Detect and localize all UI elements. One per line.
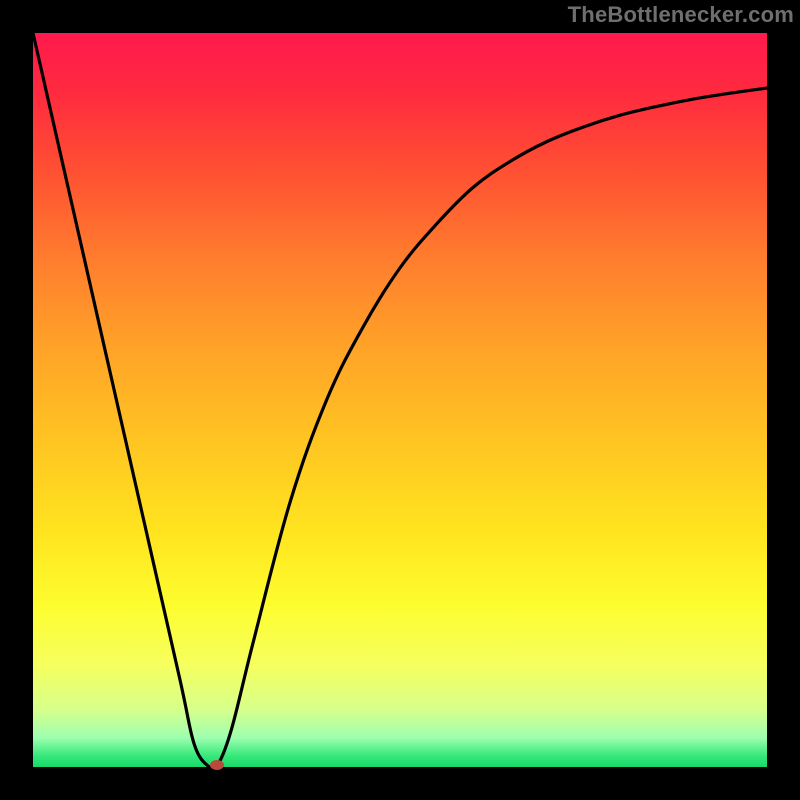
watermark-text: TheBottlenecker.com (568, 2, 794, 28)
bottleneck-curve (33, 33, 767, 767)
chart-frame: TheBottlenecker.com (0, 0, 800, 800)
plot-area (33, 33, 767, 767)
optimal-point-marker (210, 760, 224, 770)
